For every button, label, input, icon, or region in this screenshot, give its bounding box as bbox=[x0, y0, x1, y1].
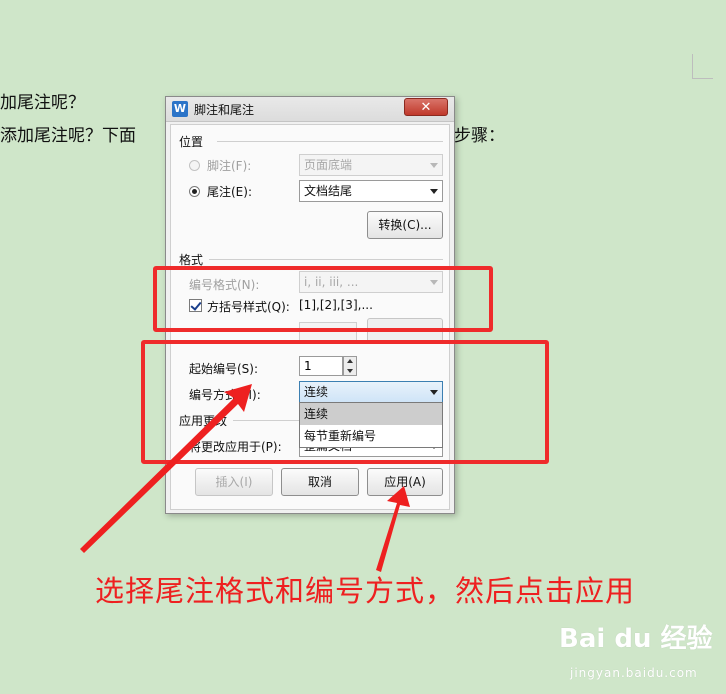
watermark-url: jingyan.baidu.com bbox=[570, 666, 698, 680]
annotation-caption: 选择尾注格式和编号方式，然后点击应用 bbox=[95, 574, 636, 608]
baidu-jingyan-logo: Bai du 经验 bbox=[559, 624, 713, 654]
arrow-left-icon bbox=[80, 384, 252, 553]
arrow-right-icon bbox=[376, 486, 410, 572]
